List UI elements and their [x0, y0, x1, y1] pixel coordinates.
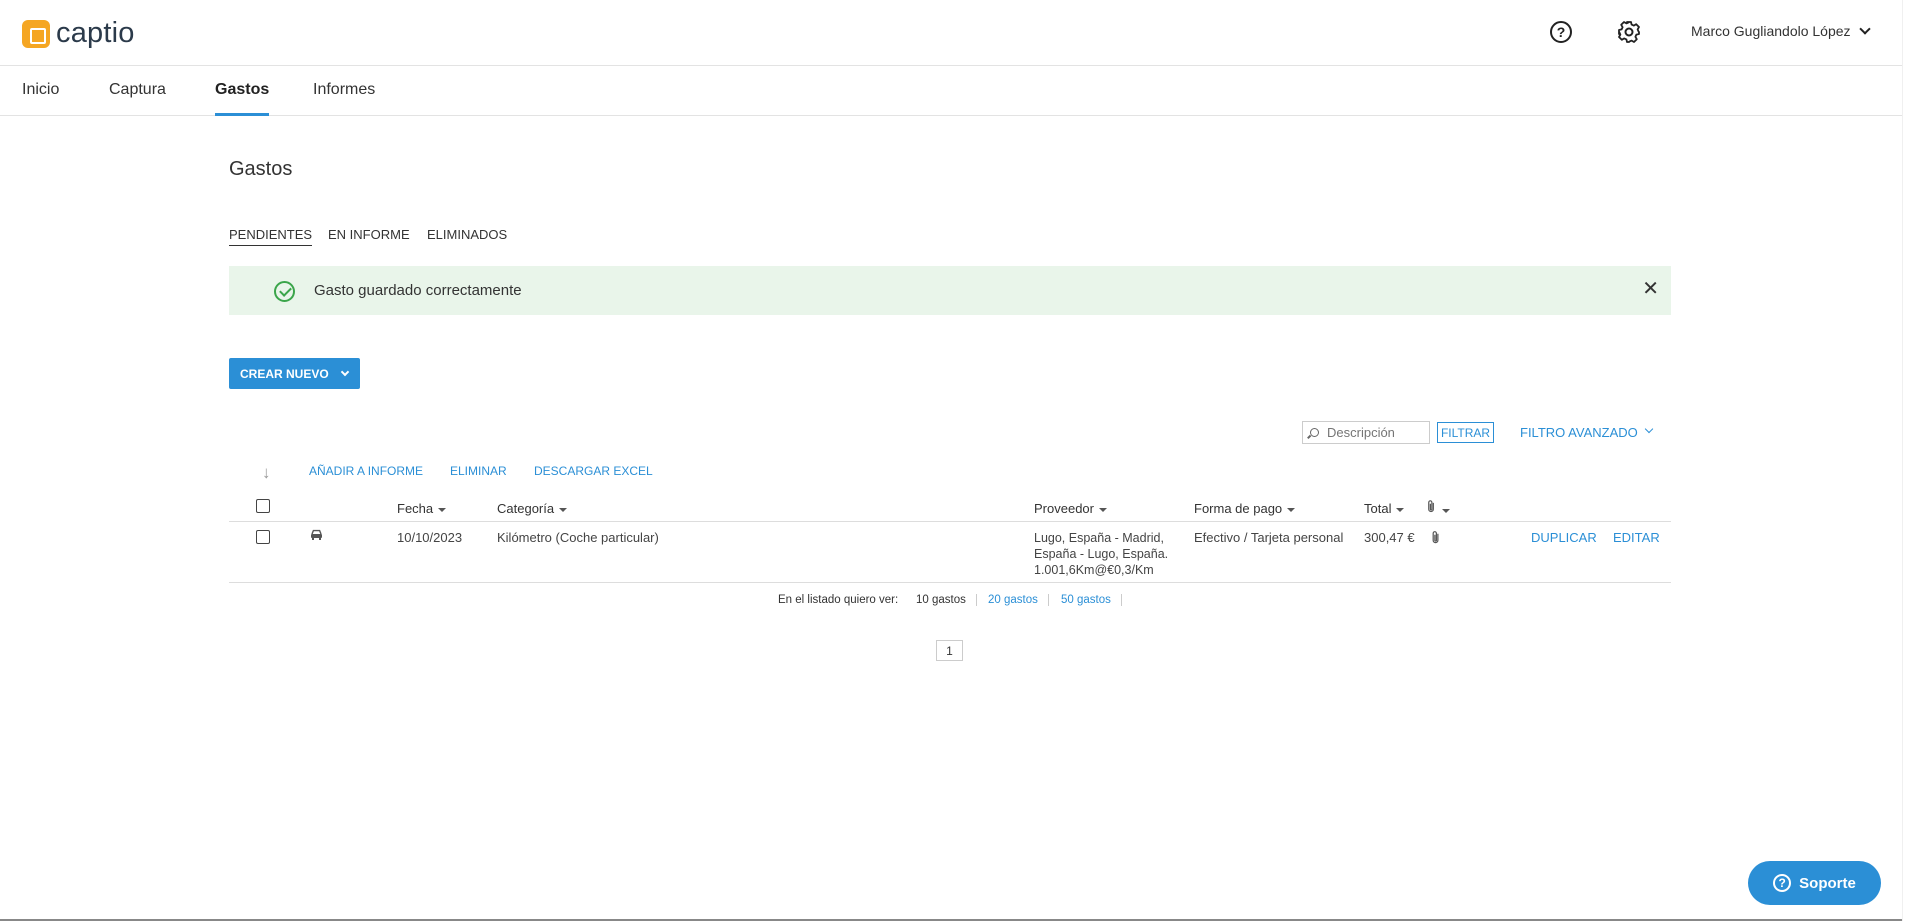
per-page-label: En el listado quiero ver:: [778, 594, 899, 606]
row-total: 300,47 €: [1364, 530, 1415, 545]
help-icon[interactable]: ?: [1550, 21, 1572, 43]
row-divider: [229, 582, 1671, 583]
close-icon[interactable]: ✕: [1642, 276, 1659, 301]
chevron-down-icon: [1858, 23, 1871, 35]
create-new-label: CREAR NUEVO: [240, 366, 329, 381]
chevron-down-icon: [340, 367, 350, 377]
filter-button[interactable]: FILTRAR: [1437, 422, 1494, 443]
top-bar: captio ? Marco Gugliandolo López: [0, 0, 1918, 66]
edit-button[interactable]: EDITAR: [1613, 530, 1660, 545]
sort-caret-icon: [1098, 507, 1107, 512]
user-name: Marco Gugliandolo López: [1691, 23, 1851, 39]
alert-message: Gasto guardado correctamente: [314, 282, 522, 299]
sort-caret-icon: [1396, 507, 1405, 512]
per-page-20[interactable]: 20 gastos: [988, 594, 1049, 606]
create-new-button[interactable]: CREAR NUEVO: [229, 358, 360, 389]
car-icon: [311, 529, 322, 540]
column-header-category[interactable]: Categoría: [497, 501, 568, 516]
tab-pendientes[interactable]: PENDIENTES: [229, 227, 313, 246]
duplicate-button[interactable]: DUPLICAR: [1531, 530, 1597, 545]
delete-button[interactable]: ELIMINAR: [450, 464, 507, 478]
scrollbar[interactable]: [1902, 0, 1918, 921]
provider-line: España - Lugo, España.: [1034, 547, 1169, 561]
support-button[interactable]: ? Soporte: [1748, 861, 1881, 905]
sort-arrow-icon[interactable]: ↓: [262, 463, 271, 483]
row-checkbox[interactable]: [256, 530, 270, 544]
chevron-down-icon[interactable]: [1644, 424, 1654, 434]
nav-inicio[interactable]: Inicio: [22, 81, 59, 116]
nav-gastos[interactable]: Gastos: [215, 81, 270, 116]
sort-caret-icon: [1287, 507, 1296, 512]
row-payment: Efectivo / Tarjeta personal: [1194, 530, 1344, 545]
support-label: Soporte: [1799, 874, 1856, 892]
provider-line: Lugo, España - Madrid,: [1034, 531, 1164, 545]
header-divider: [229, 521, 1671, 522]
column-header-provider-label: Proveedor: [1034, 501, 1094, 516]
per-page-50[interactable]: 50 gastos: [1061, 594, 1122, 606]
search-input[interactable]: [1327, 425, 1427, 440]
per-page-10[interactable]: 10 gastos: [916, 594, 977, 606]
nav-informes[interactable]: Informes: [313, 81, 375, 116]
sort-caret-icon: [438, 507, 447, 512]
nav-captura[interactable]: Captura: [109, 81, 166, 116]
sort-caret-icon: [1442, 508, 1450, 513]
provider-line: 1.001,6Km@€0,3/Km: [1034, 563, 1154, 577]
success-alert: Gasto guardado correctamente ✕: [229, 266, 1671, 315]
select-all-checkbox[interactable]: [256, 499, 270, 513]
paperclip-icon: [1428, 500, 1434, 513]
tab-eliminados[interactable]: ELIMINADOS: [427, 227, 507, 245]
column-header-attachment[interactable]: [1426, 499, 1450, 517]
captio-logo-icon: [22, 19, 50, 48]
column-header-total-label: Total: [1364, 501, 1392, 516]
check-circle-icon: [274, 281, 295, 302]
description-search[interactable]: [1302, 421, 1430, 444]
page-title: Gastos: [229, 158, 293, 180]
column-header-payment-label: Forma de pago: [1194, 501, 1283, 516]
download-excel-button[interactable]: DESCARGAR EXCEL: [534, 464, 653, 478]
column-header-date-label: Fecha: [397, 501, 434, 516]
sort-caret-icon: [559, 507, 568, 512]
captio-logo[interactable]: captio: [22, 17, 135, 50]
paperclip-icon[interactable]: [1430, 530, 1442, 545]
user-menu[interactable]: Marco Gugliandolo López: [1691, 23, 1871, 39]
column-header-provider[interactable]: Proveedor: [1034, 501, 1107, 516]
brand-name: captio: [56, 17, 135, 49]
main-nav: Inicio Captura Gastos Informes: [0, 66, 1918, 116]
row-category: Kilómetro (Coche particular): [497, 530, 659, 545]
search-icon: [1310, 428, 1319, 437]
column-header-total[interactable]: Total: [1364, 501, 1405, 516]
row-provider: Lugo, España - Madrid, España - Lugo, Es…: [1034, 530, 1168, 578]
add-to-report-button[interactable]: AÑADIR A INFORME: [309, 464, 423, 478]
row-date: 10/10/2023: [397, 530, 463, 545]
column-header-category-label: Categoría: [497, 501, 555, 516]
column-header-payment[interactable]: Forma de pago: [1194, 501, 1296, 516]
tab-en-informe[interactable]: EN INFORME: [328, 227, 410, 245]
column-header-date[interactable]: Fecha: [397, 501, 447, 516]
page-number[interactable]: 1: [936, 640, 963, 661]
advanced-filter-toggle[interactable]: FILTRO AVANZADO: [1520, 425, 1638, 440]
gear-icon[interactable]: [1617, 20, 1641, 44]
help-icon: ?: [1773, 874, 1792, 892]
